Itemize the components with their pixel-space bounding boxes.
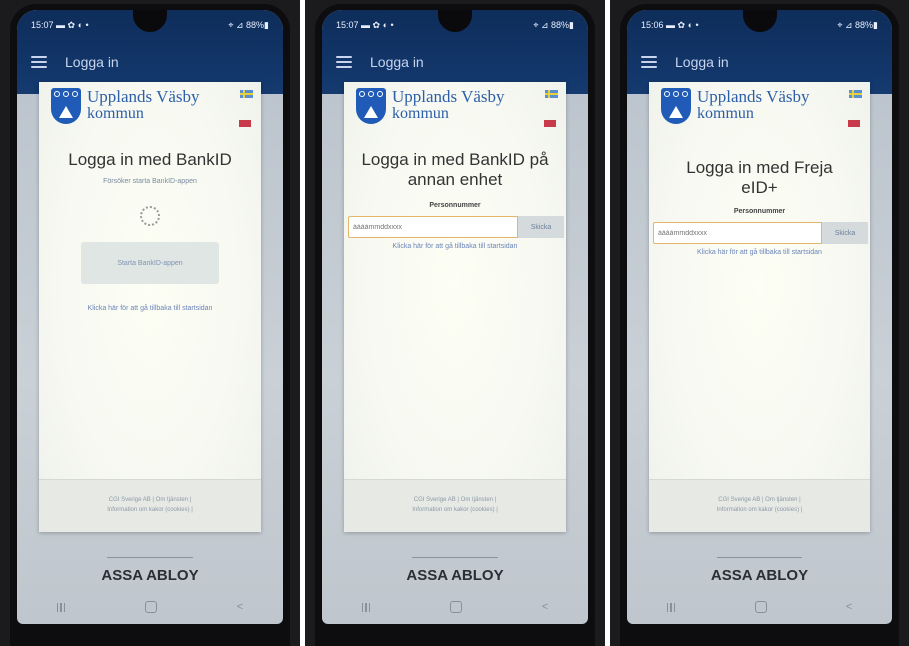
divider <box>717 557 802 558</box>
phone-screen: 15:07 ▬ ✿ ◐ • ⌖ ⊿ 88%▮ Logga in Upplands… <box>322 10 588 624</box>
page-title: Logga in med Freja eID+ <box>686 158 833 198</box>
brand-name: Upplands Väsby <box>697 87 810 106</box>
phone-photo-bankid: 15:07 ▬ ✿ ◐ • ⌖ ⊿ 88%▮ Logga in Upplands… <box>0 0 300 646</box>
status-bar: 15:07 ▬ ✿ ◐ • ⌖ ⊿ 88%▮ <box>336 20 574 34</box>
phone-brand-label: ASSA ABLOY <box>406 567 504 584</box>
login-card: Upplands Väsby kommun Logga in med BankI… <box>39 82 261 532</box>
recent-apps-icon[interactable] <box>361 602 371 612</box>
back-to-start-link[interactable]: Klicka här för att gå tillbaka till star… <box>673 248 846 259</box>
back-to-start-link[interactable]: Klicka här för att gå tillbaka till star… <box>368 242 542 253</box>
municipality-logo: Upplands Väsby kommun <box>356 88 505 124</box>
english-flag-icon[interactable] <box>848 120 860 127</box>
brand-sub: kommun <box>697 104 754 122</box>
swedish-flag-icon[interactable] <box>849 90 862 98</box>
phone-photo-freja: 15:06 ▬ ✿ ◐ • ⌖ ⊿ 88%▮ Logga in Upplands… <box>610 0 909 646</box>
coat-of-arms-icon <box>661 88 691 124</box>
page-footer: CGI Sverige AB | Om tjänsten | Informati… <box>344 479 566 532</box>
app-title: Logga in <box>65 54 119 70</box>
status-battery: ⌖ ⊿ 88%▮ <box>837 20 878 30</box>
menu-icon[interactable] <box>336 56 352 68</box>
back-to-start-link[interactable]: Klicka här för att gå tillbaka till star… <box>63 304 237 315</box>
personnummer-row: Skicka <box>348 216 564 238</box>
menu-icon[interactable] <box>641 56 657 68</box>
brand-name: Upplands Väsby <box>87 87 200 106</box>
loading-spinner-icon <box>140 206 160 226</box>
personnummer-label: Personnummer <box>733 208 786 215</box>
brand-sub: kommun <box>392 104 449 122</box>
phone-photo-bankid-other-device: 15:07 ▬ ✿ ◐ • ⌖ ⊿ 88%▮ Logga in Upplands… <box>305 0 605 646</box>
app-title: Logga in <box>370 54 424 70</box>
app-bar: Logga in <box>31 50 269 74</box>
page-footer: CGI Sverige AB | Om tjänsten | Informati… <box>39 479 261 532</box>
phone-brand-label: ASSA ABLOY <box>710 567 809 584</box>
phone-brand-label: ASSA ABLOY <box>101 567 199 584</box>
swedish-flag-icon[interactable] <box>240 90 253 98</box>
status-time: 15:07 <box>336 20 359 30</box>
status-bar: 15:06 ▬ ✿ ◐ • ⌖ ⊿ 88%▮ <box>641 20 878 34</box>
home-icon[interactable] <box>754 601 767 613</box>
coat-of-arms-icon <box>51 88 81 124</box>
brand-sub: kommun <box>87 104 144 122</box>
android-nav-bar: < <box>17 590 283 624</box>
status-battery: ⌖ ⊿ 88%▮ <box>228 20 269 30</box>
personnummer-row: Skicka <box>653 222 868 244</box>
app-title: Logga in <box>675 54 729 70</box>
status-text: Försöker starta BankID-appen <box>103 178 197 185</box>
phone-screen: 15:07 ▬ ✿ ◐ • ⌖ ⊿ 88%▮ Logga in Upplands… <box>17 10 283 624</box>
app-bar: Logga in <box>641 50 878 74</box>
personnummer-input[interactable] <box>653 222 822 244</box>
recent-apps-icon[interactable] <box>56 602 66 612</box>
footer-links[interactable]: CGI Sverige AB | Om tjänsten | <box>718 496 800 506</box>
send-button[interactable]: Skicka <box>518 216 564 238</box>
page-title: Logga in med BankID på annan enhet <box>361 150 549 190</box>
personnummer-input[interactable] <box>348 216 518 238</box>
brand-name: Upplands Väsby <box>392 87 505 106</box>
status-bar: 15:07 ▬ ✿ ◐ • ⌖ ⊿ 88%▮ <box>31 20 269 34</box>
municipality-logo: Upplands Väsby kommun <box>661 88 810 124</box>
status-icons: ▬ ✿ ◐ • <box>361 20 394 30</box>
menu-icon[interactable] <box>31 56 47 68</box>
login-card: Upplands Väsby kommun Logga in med BankI… <box>344 82 566 532</box>
status-time: 15:07 <box>31 20 54 30</box>
footer-cookies-link[interactable]: Information om kakor (cookies) | <box>412 506 498 516</box>
phone-screen: 15:06 ▬ ✿ ◐ • ⌖ ⊿ 88%▮ Logga in Upplands… <box>627 10 892 624</box>
login-card: Upplands Väsby kommun Logga in med Freja… <box>649 82 870 532</box>
divider <box>412 557 498 558</box>
send-button[interactable]: Skicka <box>822 222 868 244</box>
home-icon[interactable] <box>450 601 463 613</box>
page-footer: CGI Sverige AB | Om tjänsten | Informati… <box>649 479 870 532</box>
home-icon[interactable] <box>145 601 158 613</box>
status-battery: ⌖ ⊿ 88%▮ <box>533 20 574 30</box>
back-icon[interactable]: < <box>846 601 852 613</box>
status-time: 15:06 <box>641 20 664 30</box>
android-nav-bar: < <box>322 590 588 624</box>
coat-of-arms-icon <box>356 88 386 124</box>
back-icon[interactable]: < <box>542 601 548 613</box>
municipality-logo: Upplands Väsby kommun <box>51 88 200 124</box>
status-icons: ▬ ✿ ◐ • <box>56 20 89 30</box>
personnummer-label: Personnummer <box>429 202 481 209</box>
app-bar: Logga in <box>336 50 574 74</box>
phone-frame: 15:06 ▬ ✿ ◐ • ⌖ ⊿ 88%▮ Logga in Upplands… <box>620 4 899 646</box>
footer-cookies-link[interactable]: Information om kakor (cookies) | <box>717 506 803 516</box>
phone-frame: 15:07 ▬ ✿ ◐ • ⌖ ⊿ 88%▮ Logga in Upplands… <box>10 4 290 646</box>
page-title: Logga in med BankID <box>68 150 232 169</box>
english-flag-icon[interactable] <box>239 120 251 127</box>
back-icon[interactable]: < <box>237 601 243 613</box>
divider <box>107 557 193 558</box>
recent-apps-icon[interactable] <box>666 602 676 612</box>
status-icons: ▬ ✿ ◐ • <box>666 20 699 30</box>
footer-links[interactable]: CGI Sverige AB | Om tjänsten | <box>414 496 496 506</box>
english-flag-icon[interactable] <box>544 120 556 127</box>
phone-frame: 15:07 ▬ ✿ ◐ • ⌖ ⊿ 88%▮ Logga in Upplands… <box>315 4 595 646</box>
android-nav-bar: < <box>627 590 892 624</box>
footer-links[interactable]: CGI Sverige AB | Om tjänsten | <box>109 496 191 506</box>
footer-cookies-link[interactable]: Information om kakor (cookies) | <box>107 506 193 516</box>
start-bankid-button[interactable]: Starta BankID-appen <box>81 242 219 284</box>
swedish-flag-icon[interactable] <box>545 90 558 98</box>
